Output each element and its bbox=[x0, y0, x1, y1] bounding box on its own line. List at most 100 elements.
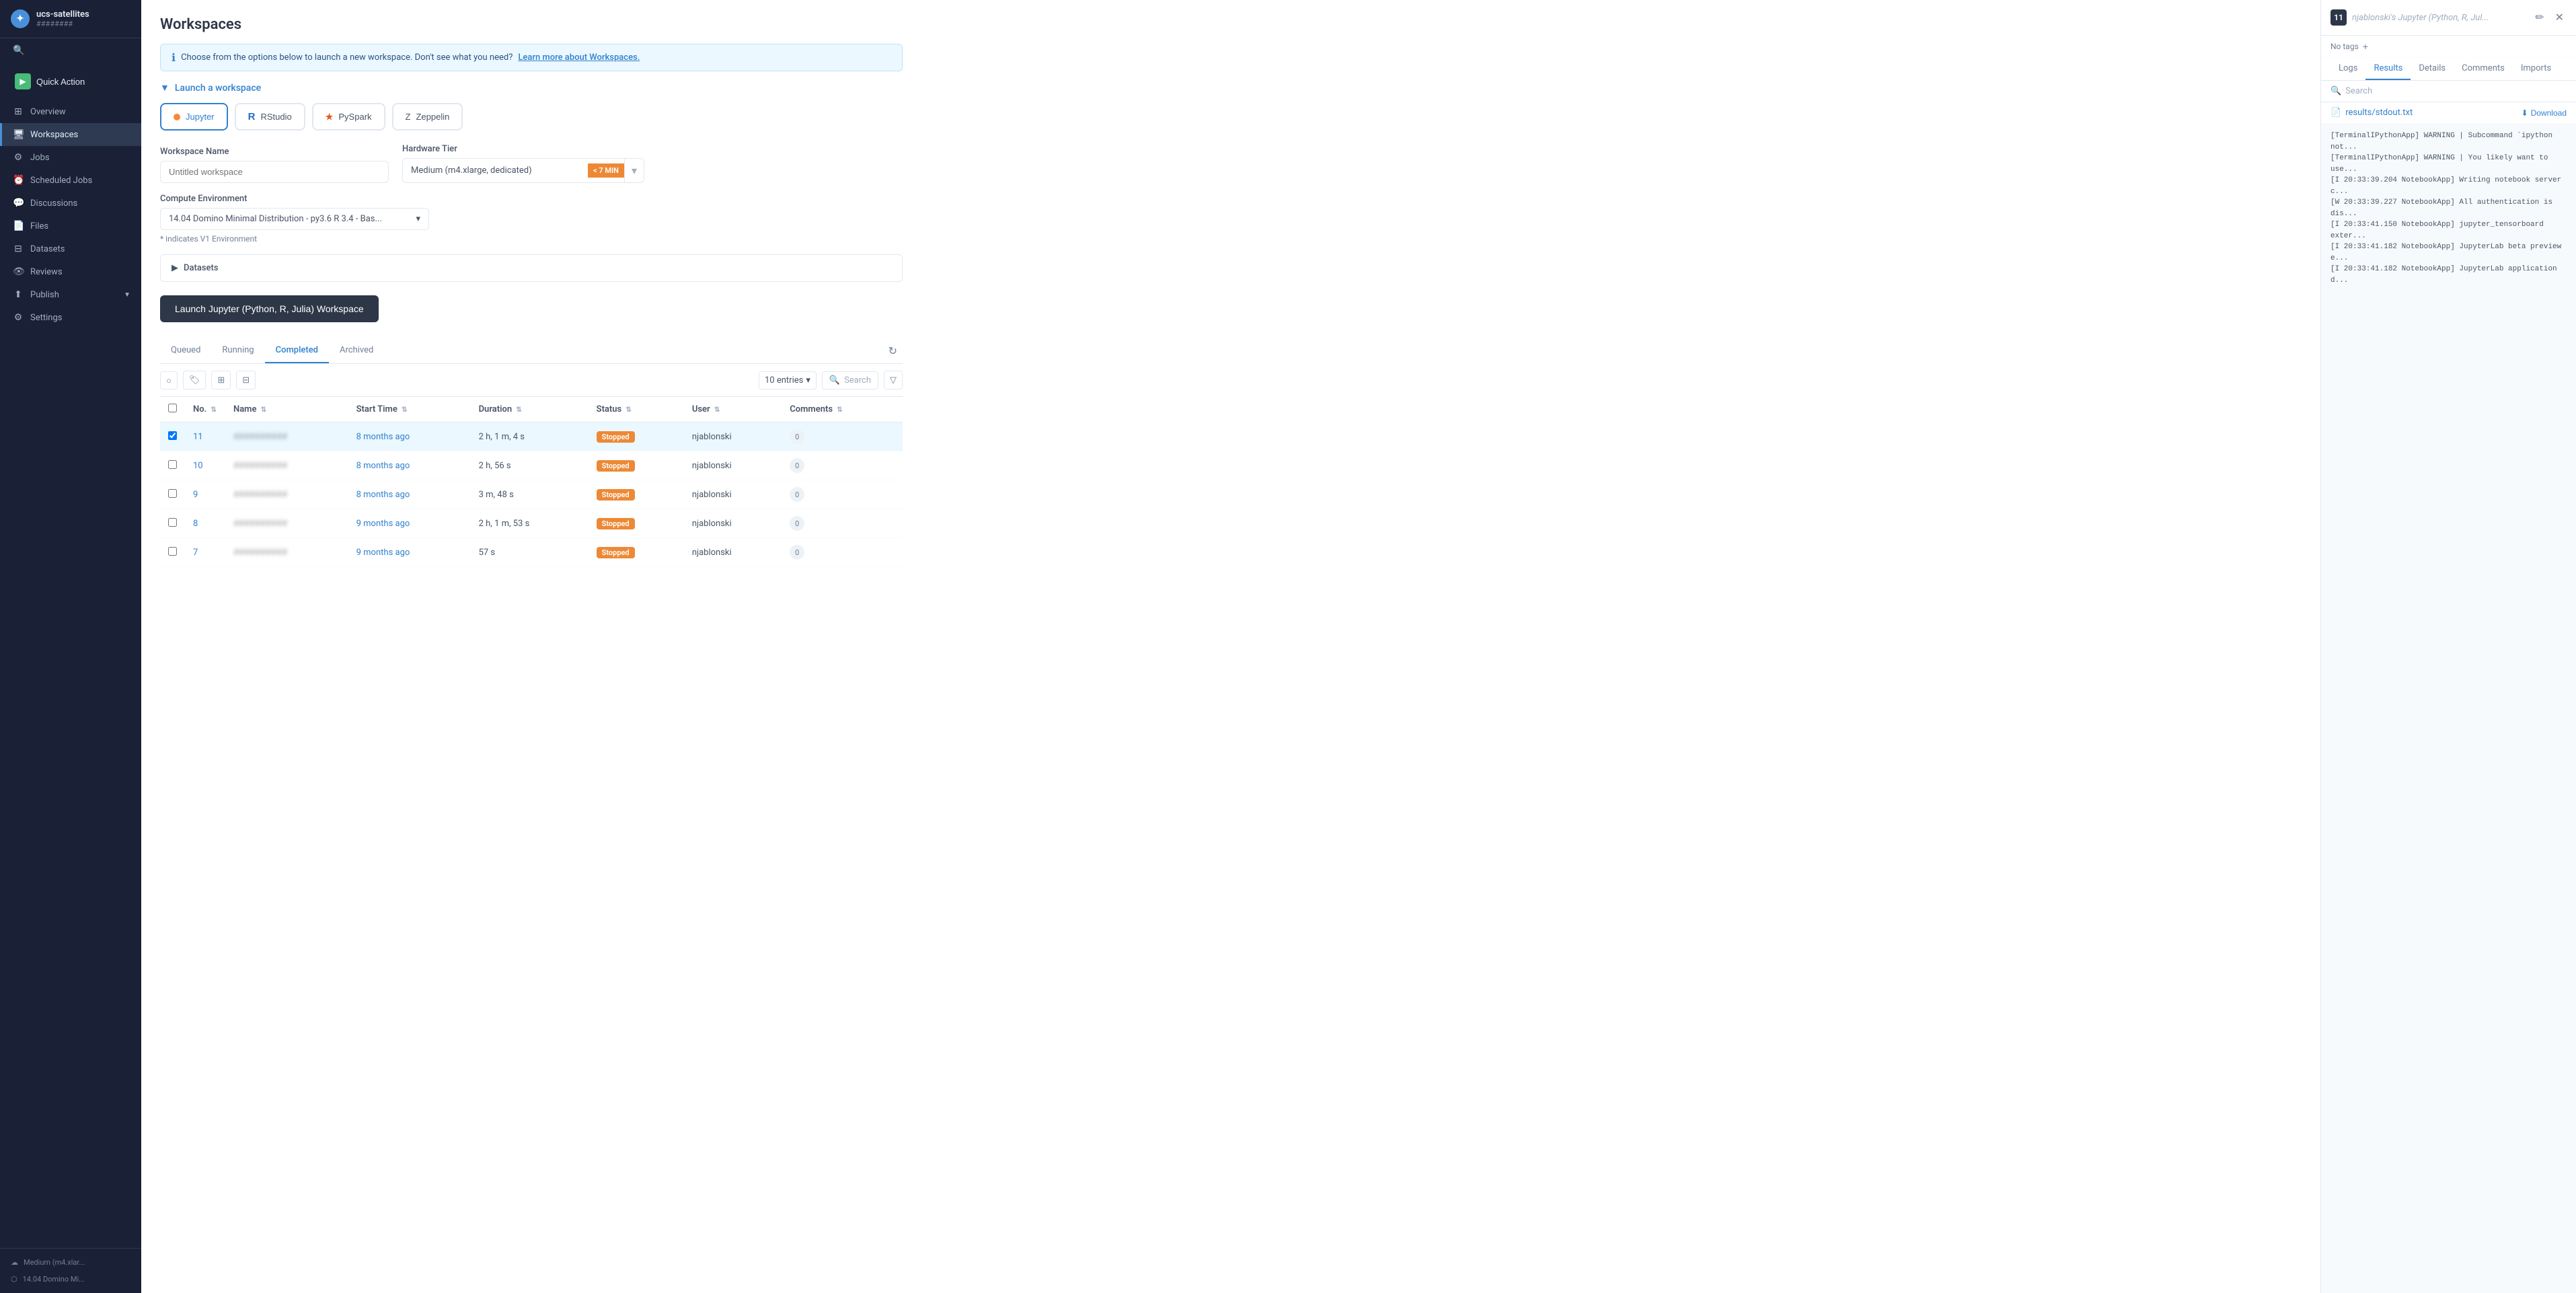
sidebar-item-settings[interactable]: ⚙ Settings bbox=[0, 306, 141, 329]
row-checkbox[interactable] bbox=[168, 547, 177, 556]
row-start-time: 9 months ago bbox=[348, 538, 471, 567]
row-status: Stopped bbox=[589, 480, 684, 509]
workspace-type-pyspark[interactable]: ★ PySpark bbox=[312, 103, 385, 131]
copy-button[interactable]: ⊞ bbox=[211, 371, 231, 390]
row-checkbox[interactable] bbox=[168, 431, 177, 440]
hardware-tier-select[interactable]: Medium (m4.xlarge, dedicated) < 7 MIN ▾ bbox=[402, 158, 644, 183]
app-logo: ✦ bbox=[11, 9, 30, 28]
sidebar-footer: ☁ Medium (m4.xlar... ⬡ 14.04 Domino Mi..… bbox=[0, 1248, 141, 1293]
jupyter-icon bbox=[174, 114, 180, 120]
indicates-text: * indicates V1 Environment bbox=[160, 234, 903, 244]
project-sub: ######## bbox=[36, 20, 89, 28]
tab-running[interactable]: Running bbox=[211, 338, 264, 363]
workspace-type-jupyter[interactable]: Jupyter bbox=[160, 103, 228, 131]
workspace-type-rstudio[interactable]: R RStudio bbox=[235, 103, 305, 131]
sidebar-item-files[interactable]: 📄 Files bbox=[0, 215, 141, 237]
row-checkbox[interactable] bbox=[168, 489, 177, 498]
info-link[interactable]: Learn more about Workspaces. bbox=[518, 52, 640, 63]
datasets-icon: ⊟ bbox=[13, 244, 24, 254]
entries-select[interactable]: 10 entries ▾ bbox=[759, 371, 817, 390]
workspace-type-zeppelin[interactable]: Z Zeppelin bbox=[392, 103, 463, 131]
refresh-button[interactable]: ↻ bbox=[883, 339, 903, 363]
rp-download-button[interactable]: ⬇ Download bbox=[2522, 108, 2567, 118]
rp-search-box[interactable]: 🔍 Search bbox=[2321, 81, 2576, 102]
workspace-name-input[interactable] bbox=[160, 161, 389, 183]
hardware-caret-icon[interactable]: ▾ bbox=[624, 159, 644, 182]
sidebar-item-datasets[interactable]: ⊟ Datasets bbox=[0, 237, 141, 260]
sort-icon-status[interactable]: ⇅ bbox=[626, 406, 631, 414]
row-num: 9 bbox=[185, 480, 225, 509]
rp-tab-imports[interactable]: Imports bbox=[2513, 58, 2559, 80]
rp-tab-comments[interactable]: Comments bbox=[2454, 58, 2513, 80]
compute-env-value: 14.04 Domino Minimal Distribution - py3.… bbox=[169, 214, 382, 224]
sort-icon-duration[interactable]: ⇅ bbox=[516, 406, 521, 414]
workspace-form-row: Workspace Name Hardware Tier Medium (m4.… bbox=[160, 144, 903, 183]
log-line: [I 20:33:41.150 NotebookApp] jupyter_ten… bbox=[2331, 219, 2567, 242]
rp-tab-results[interactable]: Results bbox=[2365, 58, 2411, 80]
row-name: ########## bbox=[225, 538, 348, 567]
sidebar-item-jobs[interactable]: ⚙ Jobs bbox=[0, 146, 141, 169]
datasets-section[interactable]: ▶ Datasets bbox=[160, 254, 903, 282]
entries-caret-icon: ▾ bbox=[806, 375, 810, 385]
launch-workspace-button[interactable]: Launch Jupyter (Python, R, Julia) Worksp… bbox=[160, 295, 379, 322]
sort-icon-no[interactable]: ⇅ bbox=[211, 406, 216, 414]
filter-button[interactable]: ▽ bbox=[884, 371, 903, 390]
files-icon: 📄 bbox=[13, 221, 24, 231]
sort-icon-name[interactable]: ⇅ bbox=[261, 406, 266, 414]
quick-action-button[interactable]: ▶ Quick Action bbox=[8, 68, 133, 95]
row-name: ########## bbox=[225, 422, 348, 451]
main-content: Workspaces ℹ Choose from the options bel… bbox=[141, 0, 2320, 1293]
page-title: Workspaces bbox=[160, 16, 903, 33]
sidebar-item-workspaces[interactable]: 🖥 Workspaces bbox=[0, 123, 141, 146]
sort-icon-user[interactable]: ⇅ bbox=[714, 406, 720, 414]
select-all-button[interactable]: ○ bbox=[160, 371, 178, 390]
rp-tab-logs[interactable]: Logs bbox=[2331, 58, 2365, 80]
add-tag-button[interactable]: + bbox=[2363, 41, 2368, 52]
sidebar-item-label: Overview bbox=[30, 107, 66, 117]
table-search-box[interactable]: 🔍 Search bbox=[822, 371, 878, 390]
tab-archived[interactable]: Archived bbox=[329, 338, 384, 363]
comment-badge: 0 bbox=[790, 487, 804, 502]
tag-button[interactable]: 🏷 bbox=[183, 371, 206, 390]
row-user: njablonski bbox=[684, 451, 782, 480]
sidebar-item-scheduled-jobs[interactable]: ⏰ Scheduled Jobs bbox=[0, 169, 141, 192]
sidebar-item-publish[interactable]: ⬆ Publish ▼ bbox=[0, 283, 141, 306]
table-row: 7 ########## 9 months ago 57 s Stopped n… bbox=[160, 538, 903, 567]
sidebar-item-label: Jobs bbox=[30, 153, 50, 163]
log-line: [TerminalIPythonApp] WARNING | Subcomman… bbox=[2331, 131, 2567, 153]
row-user: njablonski bbox=[684, 538, 782, 567]
header-checkbox[interactable] bbox=[168, 404, 177, 412]
status-badge: Stopped bbox=[597, 489, 635, 501]
sort-icon-comments[interactable]: ⇅ bbox=[837, 406, 842, 414]
sidebar-item-label: Scheduled Jobs bbox=[30, 176, 92, 186]
status-badge: Stopped bbox=[597, 460, 635, 472]
workspaces-icon: 🖥 bbox=[13, 129, 24, 140]
sidebar: ✦ ucs-satellites ######## 🔍 ▶ Quick Acti… bbox=[0, 0, 141, 1293]
sidebar-search-btn[interactable]: 🔍 bbox=[0, 38, 141, 63]
sidebar-item-reviews[interactable]: 👁 Reviews bbox=[0, 260, 141, 283]
sidebar-item-discussions[interactable]: 💬 Discussions bbox=[0, 192, 141, 215]
pyspark-label: PySpark bbox=[338, 112, 371, 122]
rp-close-button[interactable]: ✕ bbox=[2552, 8, 2567, 27]
compute-env-select[interactable]: 14.04 Domino Minimal Distribution - py3.… bbox=[160, 208, 429, 230]
comment-badge: 0 bbox=[790, 458, 804, 473]
row-checkbox[interactable] bbox=[168, 518, 177, 527]
sidebar-item-overview[interactable]: ⊞ Overview bbox=[0, 100, 141, 123]
launch-section-toggle[interactable]: ▼ Launch a workspace bbox=[160, 82, 903, 94]
comment-badge: 0 bbox=[790, 429, 804, 444]
rstudio-icon: R bbox=[248, 111, 256, 122]
rp-edit-button[interactable]: ✏ bbox=[2532, 8, 2546, 27]
tab-queued[interactable]: Queued bbox=[160, 338, 211, 363]
columns-button[interactable]: ⊟ bbox=[236, 371, 256, 390]
datasets-label: Datasets bbox=[184, 263, 219, 273]
hardware-icon: ☁ bbox=[11, 1258, 18, 1267]
no-tags-label: No tags bbox=[2331, 42, 2359, 51]
tab-completed[interactable]: Completed bbox=[265, 338, 329, 363]
rp-file-label[interactable]: results/stdout.txt bbox=[2345, 108, 2413, 118]
row-num: 11 bbox=[185, 422, 225, 451]
row-name: ########## bbox=[225, 480, 348, 509]
sidebar-item-label: Publish bbox=[30, 290, 59, 300]
row-checkbox[interactable] bbox=[168, 460, 177, 469]
rp-tab-details[interactable]: Details bbox=[2411, 58, 2454, 80]
sort-icon-start[interactable]: ⇅ bbox=[402, 406, 407, 414]
